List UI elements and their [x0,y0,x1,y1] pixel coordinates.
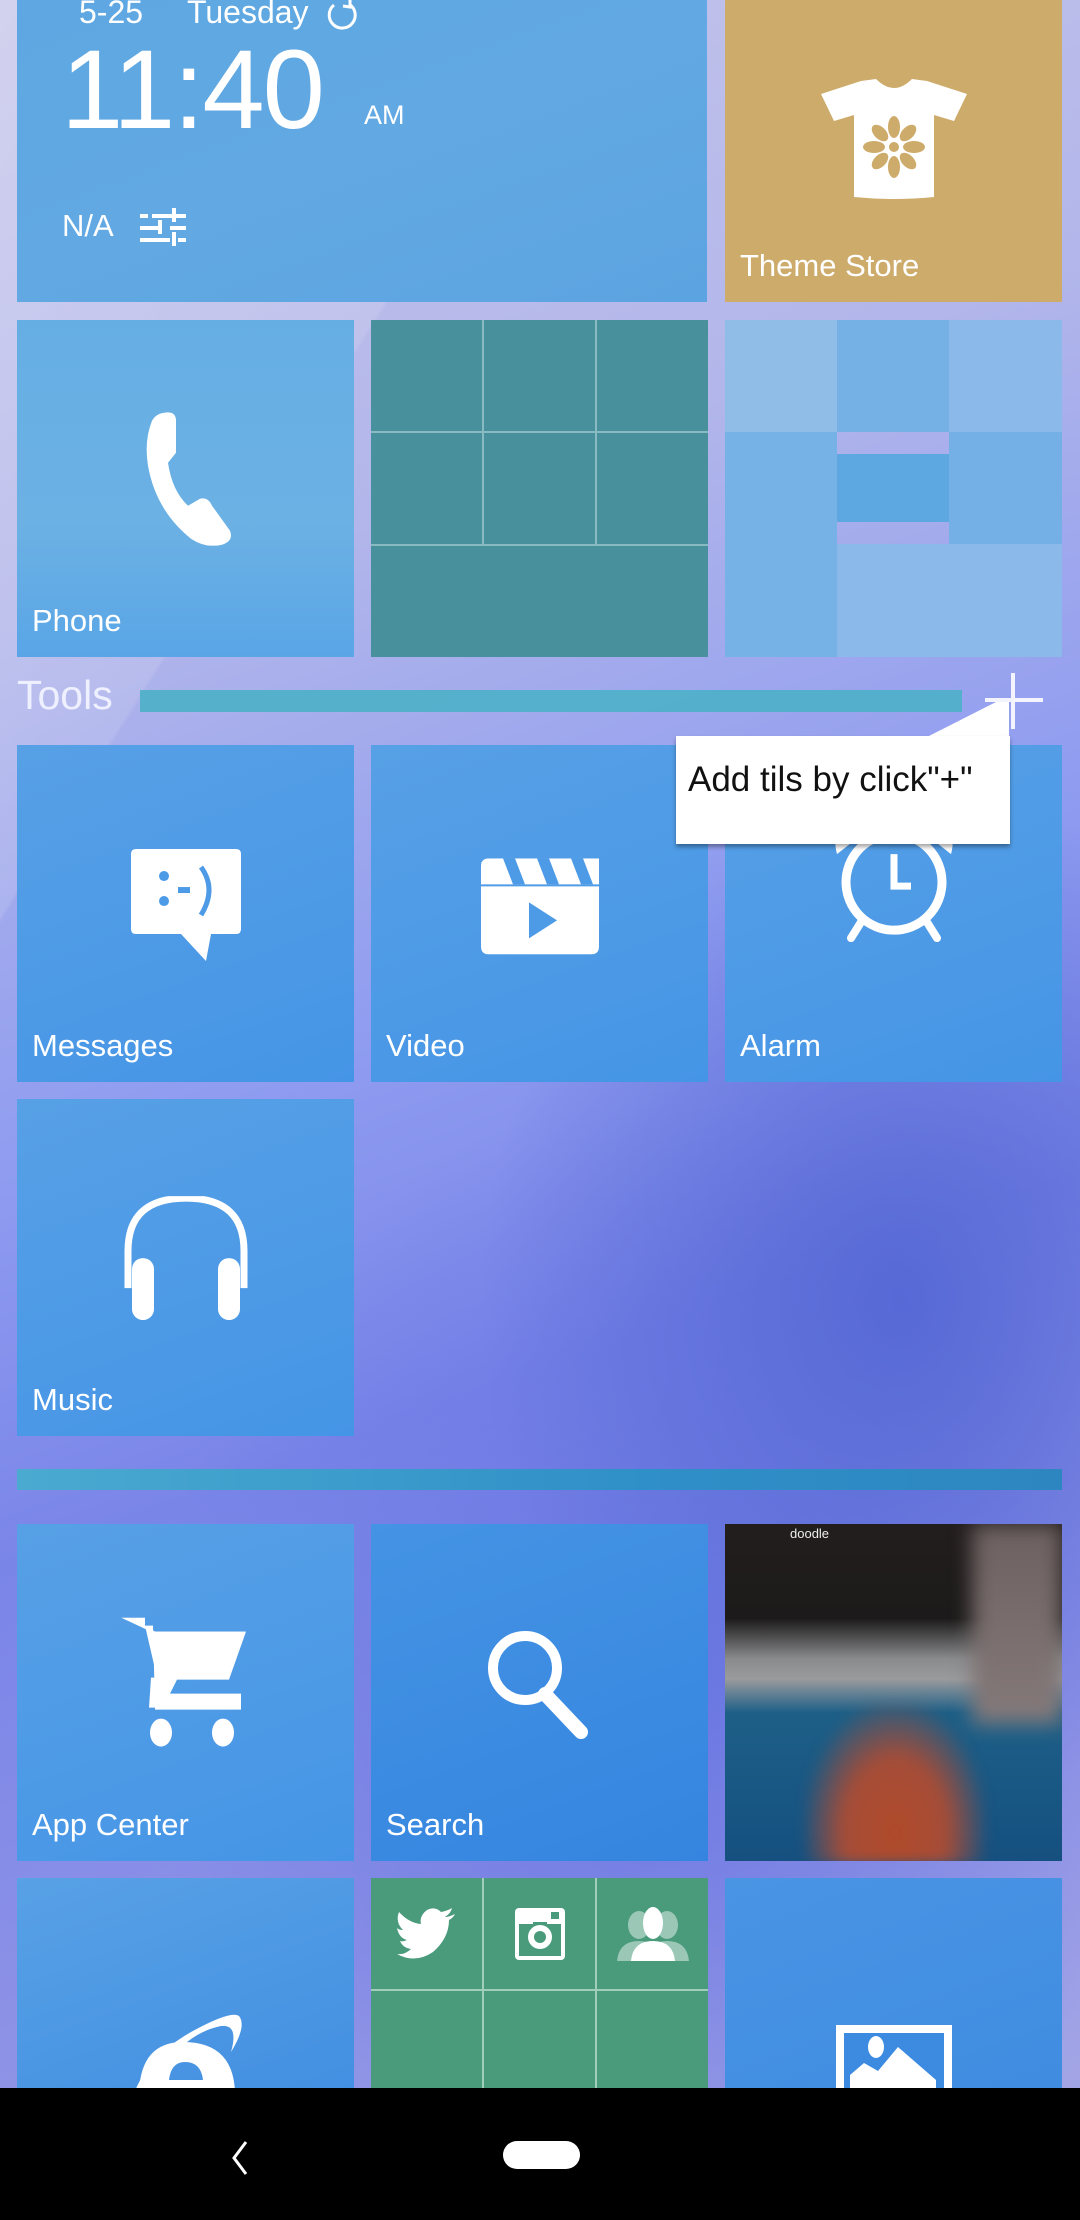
tile-label: App Center [32,1807,189,1842]
cart-icon [120,1617,246,1747]
tile-doodle-photo[interactable]: doodle [725,1524,1062,1861]
mosaic-cell [837,454,949,522]
tile-theme-store[interactable]: Theme Store [725,0,1062,302]
clock-weather-widget[interactable]: 5-25 Tuesday 11:40 AM N/A [17,0,707,302]
tile-search[interactable]: Search [371,1524,708,1861]
tile-label: Alarm [740,1028,821,1063]
weather-text: N/A [62,208,114,243]
message-icon [130,848,241,961]
section-divider-bar [17,1469,1062,1490]
folder-slot [597,1991,708,2102]
mosaic-cell [725,432,837,657]
folder-app-twitter[interactable] [371,1878,482,1989]
clapperboard-icon [480,857,599,954]
folder-app-instagram[interactable] [484,1878,595,1989]
refresh-icon[interactable] [324,0,360,32]
section-divider-bar [140,690,962,712]
folder-grid [371,320,708,657]
tile-music[interactable]: Music [17,1099,354,1436]
folder-slot [484,1991,595,2102]
am-pm-text: AM [364,100,405,130]
tile-messages[interactable]: Messages [17,745,354,1082]
back-icon[interactable] [226,2140,254,2176]
photo-blur [972,1524,1062,1724]
tooltip-pointer [925,702,1009,740]
time-text: 11:40 [61,27,325,152]
tile-mosaic-folder[interactable] [725,320,1062,657]
twitter-icon [396,1907,455,1959]
tile-label: Messages [32,1028,174,1063]
home-pill[interactable] [503,2141,580,2169]
phone-icon [146,411,231,546]
tooltip-text: Add tils by click"+" [688,760,973,799]
sliders-icon[interactable] [140,208,186,246]
tile-video[interactable]: Video [371,745,708,1082]
mosaic-cell [837,544,1062,657]
tile-label: doodle [790,1526,830,1541]
tshirt-icon [820,79,967,199]
mosaic-cell [949,432,1062,544]
instagram-icon [514,1907,565,1960]
search-icon [487,1630,588,1739]
folder-slot [371,1991,482,2102]
section-title-tools: Tools [17,672,113,718]
headphones-icon [124,1195,247,1320]
tile-label: Theme Store [740,248,920,283]
tile-label: Video [386,1028,465,1063]
tile-folder-empty[interactable] [371,320,708,657]
tile-label: Phone [32,603,122,638]
tile-label: Search [386,1807,485,1842]
tile-label: Music [32,1382,113,1417]
tile-phone[interactable]: Phone [17,320,354,657]
add-tiles-tooltip: Add tils by click"+" [676,736,1010,844]
mosaic-cell [837,320,949,432]
contacts-icon [616,1906,689,1961]
tile-app-center[interactable]: App Center [17,1524,354,1861]
photo-blur [805,1704,985,1861]
mosaic-cell [725,320,837,432]
mosaic-cell [949,320,1062,432]
folder-app-contacts[interactable] [597,1878,708,1989]
